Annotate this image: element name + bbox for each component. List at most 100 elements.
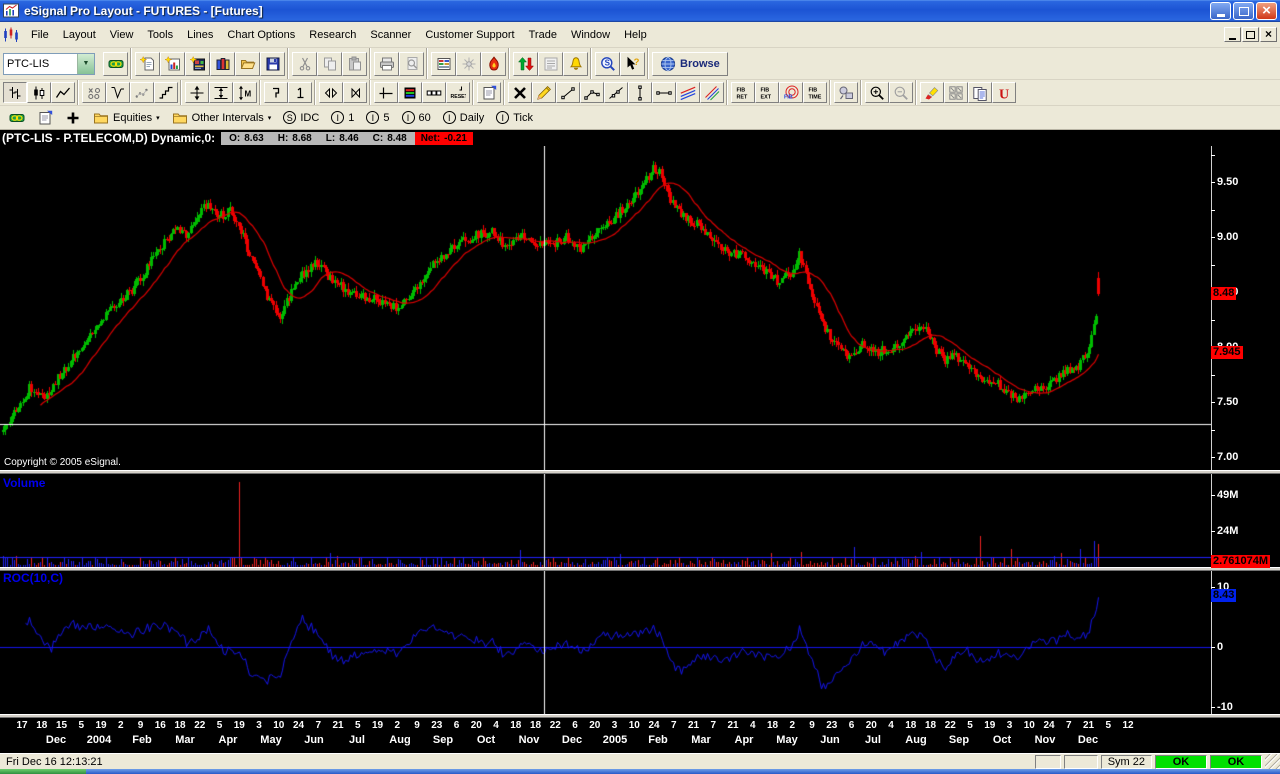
- symbol-combo[interactable]: ▼: [3, 53, 95, 75]
- page-right-button[interactable]: [343, 82, 367, 103]
- page-properties-button[interactable]: [31, 108, 59, 128]
- trend-polyline-button[interactable]: [580, 82, 604, 103]
- properties-button[interactable]: [477, 82, 501, 103]
- draw-pencil-button[interactable]: [532, 82, 556, 103]
- menu-layout[interactable]: Layout: [56, 25, 103, 45]
- scale-expand-button[interactable]: [185, 82, 209, 103]
- menu-chart-options[interactable]: Chart Options: [220, 25, 302, 45]
- mosaic-button[interactable]: [944, 82, 968, 103]
- parallel-lines-button[interactable]: [676, 82, 700, 103]
- interval-tick-button[interactable]: ITick: [490, 108, 539, 128]
- add-symbol-button[interactable]: [59, 108, 87, 128]
- ured-icon: U: [996, 85, 1012, 101]
- compare-notes-button[interactable]: [968, 82, 992, 103]
- symbol-search-button[interactable]: S: [595, 52, 620, 76]
- mdi-minimize-button[interactable]: [1224, 27, 1241, 42]
- bar-spacing-down-button[interactable]: [288, 82, 312, 103]
- menu-research[interactable]: Research: [302, 25, 363, 45]
- panel-divider[interactable]: [0, 470, 1280, 474]
- mdi-restore-button[interactable]: [1242, 27, 1259, 42]
- horizontal-segment-button[interactable]: [652, 82, 676, 103]
- crosshair-button[interactable]: [374, 82, 398, 103]
- style-point-figure-button[interactable]: [82, 82, 106, 103]
- boxes-row-button[interactable]: [422, 82, 446, 103]
- symbol-input[interactable]: [4, 58, 77, 70]
- andrews-pitchfork-button[interactable]: [700, 82, 724, 103]
- vertical-segment-button[interactable]: [628, 82, 652, 103]
- menu-window[interactable]: Window: [564, 25, 617, 45]
- style-step-button[interactable]: [154, 82, 178, 103]
- menu-customer-support[interactable]: Customer Support: [418, 25, 521, 45]
- fib-circle-button[interactable]: FIB: [779, 82, 803, 103]
- page-left-button[interactable]: [319, 82, 343, 103]
- date-month-label: Mar: [691, 734, 711, 746]
- delete-tools-button[interactable]: [508, 82, 532, 103]
- mdi-close-button[interactable]: [1260, 27, 1277, 42]
- context-help-button[interactable]: ?: [620, 52, 645, 76]
- equities-button[interactable]: Equities▾: [87, 108, 166, 128]
- fib-retracement-button[interactable]: FIBRET: [731, 82, 755, 103]
- menu-lines[interactable]: Lines: [180, 25, 220, 45]
- link-symbol-button[interactable]: [103, 52, 128, 76]
- price-highlight-badge: 7.945: [1211, 346, 1243, 359]
- close-button[interactable]: [1256, 2, 1277, 20]
- zoom-in-button[interactable]: [865, 82, 889, 103]
- print-button[interactable]: [374, 52, 399, 76]
- resize-grip[interactable]: [1265, 754, 1280, 769]
- style-candle-button[interactable]: [27, 82, 51, 103]
- interval-daily-button[interactable]: IDaily: [437, 108, 490, 128]
- browse-button[interactable]: Browse: [652, 52, 728, 76]
- style-hlc-button[interactable]: [106, 82, 130, 103]
- open-layout-button[interactable]: [235, 52, 260, 76]
- hot-list-button[interactable]: [481, 52, 506, 76]
- new-page-button[interactable]: [135, 52, 160, 76]
- menu-scanner[interactable]: Scanner: [363, 25, 418, 45]
- bar-spacing-up-button[interactable]: [264, 82, 288, 103]
- interval-60-button[interactable]: I60: [396, 108, 437, 128]
- menu-trade[interactable]: Trade: [522, 25, 564, 45]
- vseg-icon: [632, 85, 648, 101]
- symbol-dropdown-icon[interactable]: ▼: [77, 54, 94, 74]
- minimize-button[interactable]: [1210, 2, 1231, 20]
- menu-file[interactable]: File: [24, 25, 56, 45]
- scale-compress-button[interactable]: [209, 82, 233, 103]
- trend-segment-button[interactable]: [556, 82, 580, 103]
- date-month-label: Mar: [175, 734, 195, 746]
- menu-help[interactable]: Help: [617, 25, 654, 45]
- underline-u-button[interactable]: U: [992, 82, 1016, 103]
- panel-divider[interactable]: [0, 714, 1280, 718]
- new-quote-board-button[interactable]: [210, 52, 235, 76]
- fib-extension-button[interactable]: FIBEXT: [755, 82, 779, 103]
- restore-button[interactable]: [1233, 2, 1254, 20]
- link-window-button[interactable]: [3, 108, 31, 128]
- interval-1-button[interactable]: I1: [325, 108, 360, 128]
- folder-icon: [172, 110, 188, 126]
- panel-divider[interactable]: [0, 567, 1280, 571]
- source-idc-button[interactable]: SIDC: [277, 108, 325, 128]
- menu-view[interactable]: View: [103, 25, 141, 45]
- style-bar-button[interactable]: [3, 82, 27, 103]
- interval-5-button[interactable]: I5: [360, 108, 395, 128]
- time-and-sales-button[interactable]: [431, 52, 456, 76]
- reset-scale-button[interactable]: RESET: [446, 82, 470, 103]
- titlebar[interactable]: eSignal Pro Layout - FUTURES - [Futures]: [0, 0, 1280, 22]
- sort-up-down-button[interactable]: [513, 52, 538, 76]
- styleline-icon: [55, 85, 71, 101]
- new-chart-button[interactable]: [160, 52, 185, 76]
- nudgeL-icon: [323, 85, 339, 101]
- start-button-sliver[interactable]: [0, 769, 86, 774]
- new-layout-button[interactable]: [185, 52, 210, 76]
- style-line-button[interactable]: [51, 82, 75, 103]
- shapes-stamp-button[interactable]: [834, 82, 858, 103]
- alert-button[interactable]: [563, 52, 588, 76]
- fib-time-button[interactable]: FIBTIME: [803, 82, 827, 103]
- interval-tick-label: Tick: [513, 112, 533, 124]
- menu-tools[interactable]: Tools: [140, 25, 180, 45]
- scale-auto-button[interactable]: M: [233, 82, 257, 103]
- save-layout-button[interactable]: [260, 52, 285, 76]
- highlighter-button[interactable]: [920, 82, 944, 103]
- trend-ray-button[interactable]: [604, 82, 628, 103]
- style-dot-button[interactable]: [130, 82, 154, 103]
- bar-colors-button[interactable]: [398, 82, 422, 103]
- other-intervals-button[interactable]: Other Intervals▾: [166, 108, 278, 128]
